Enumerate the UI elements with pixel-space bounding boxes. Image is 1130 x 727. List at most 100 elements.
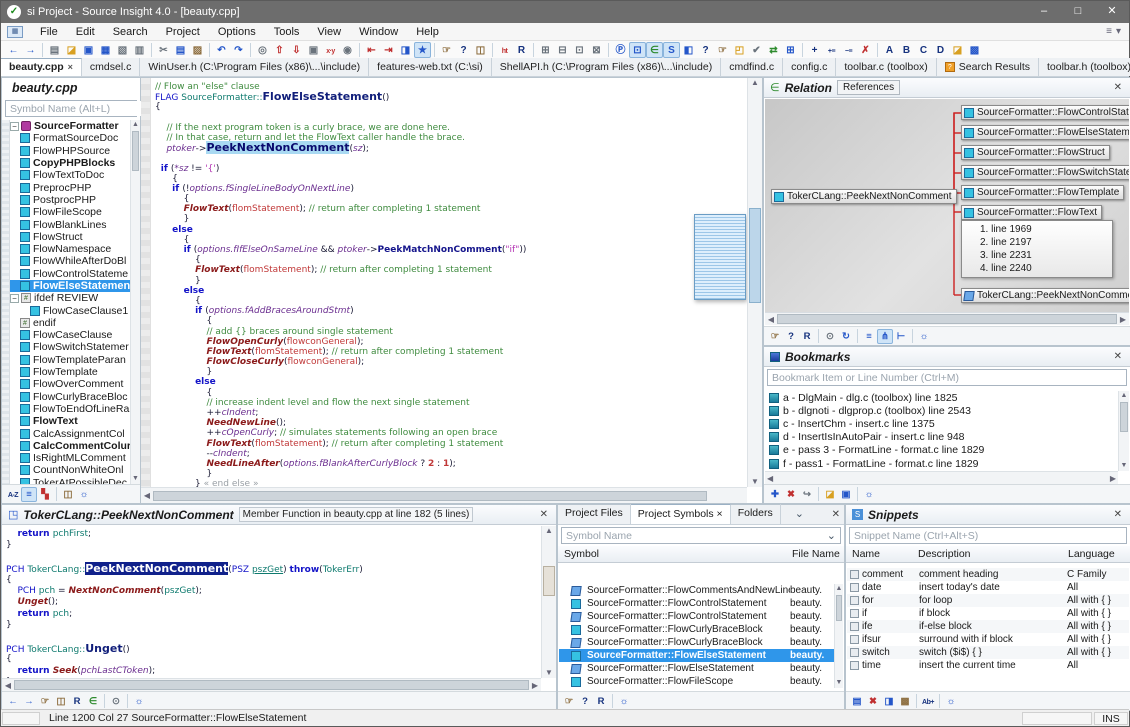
symbol-tree-item[interactable]: FlowToEndOfLineRa: [10, 403, 130, 415]
relation-ref-node[interactable]: SourceFormatter::FlowTemplate: [961, 185, 1124, 200]
sync-icon[interactable]: ⇄: [765, 42, 782, 58]
refresh-icon[interactable]: ↻: [838, 329, 854, 344]
settings-icon[interactable]: ☼: [616, 694, 632, 709]
new-bookmark-icon[interactable]: ✚: [767, 487, 783, 502]
toolbar-options-icon[interactable]: ≡: [1106, 26, 1112, 37]
context-code-area[interactable]: return pchFirst;}PCH TokerCLang::PeekNex…: [6, 529, 538, 678]
project-symbol-search-input[interactable]: [562, 528, 823, 543]
symbol-tree-item[interactable]: FlowSwitchStatemer: [10, 341, 130, 353]
print-icon[interactable]: ▥: [131, 42, 148, 58]
sort-alpha-icon[interactable]: A-Z: [5, 487, 21, 502]
symbol-tree-item[interactable]: FlowNamespace: [10, 243, 130, 255]
next-result-icon[interactable]: ⇥: [380, 42, 397, 58]
symbol-scrollbar[interactable]: ▲▼: [130, 120, 140, 484]
settings-icon[interactable]: ☼: [916, 329, 932, 344]
touch-icon[interactable]: ☞: [714, 42, 731, 58]
open-bookmarks-icon[interactable]: ◪: [822, 487, 838, 502]
symbol-tree-item[interactable]: FlowText: [10, 415, 130, 427]
symbol-tree-item[interactable]: PostprocPHP: [10, 194, 130, 206]
reset-icon[interactable]: ✗: [857, 42, 874, 58]
tab-cmdsel.c[interactable]: cmdsel.c: [82, 58, 140, 76]
editor-code-area[interactable]: // Flow an "else" clauseFLAG SourceForma…: [155, 82, 744, 487]
back-icon[interactable]: ←: [5, 42, 22, 58]
settings-icon[interactable]: ☼: [943, 694, 959, 709]
column-file-name[interactable]: File Name: [792, 548, 844, 560]
book-icon[interactable]: ◫: [53, 694, 69, 709]
undo-icon[interactable]: ↶: [213, 42, 230, 58]
back-icon[interactable]: ←: [5, 694, 21, 709]
tab-toolbar.c[interactable]: toolbar.c (toolbox): [836, 58, 936, 76]
style-d-icon[interactable]: D: [932, 42, 949, 58]
bookmark-search-input[interactable]: [768, 370, 1126, 385]
tab-project-files[interactable]: Project Files: [558, 504, 631, 524]
symbol-tree-item[interactable]: FlowTemplateParan: [10, 354, 130, 366]
calltree-icon[interactable]: ht: [496, 42, 513, 58]
copy-icon[interactable]: ▤: [172, 42, 189, 58]
draft-view-icon[interactable]: ⊡: [629, 42, 646, 58]
symbol-tree-item[interactable]: FlowCaseClause: [10, 329, 130, 341]
save-all-icon[interactable]: ▦: [97, 42, 114, 58]
settings-icon[interactable]: ☼: [861, 487, 877, 502]
books-icon[interactable]: ◫: [472, 42, 489, 58]
window-tabbed-icon[interactable]: ⊠: [588, 42, 605, 58]
list-add-icon[interactable]: +≡: [823, 42, 840, 58]
symbol-row[interactable]: SourceFormatter::FlowControlStatementbea…: [559, 610, 834, 623]
symbol-row[interactable]: SourceFormatter::FlowCommentsAndNewLineb…: [559, 584, 834, 597]
paste-icon[interactable]: ▨: [189, 42, 206, 58]
symbol-tree-item[interactable]: #endif: [10, 317, 130, 329]
symbol-tree-item[interactable]: FlowElseStatement: [10, 280, 130, 292]
search-icon[interactable]: ◎: [254, 42, 271, 58]
context-window-icon[interactable]: ◨: [397, 42, 414, 58]
symbol-row[interactable]: SourceFormatter::FlowCurlyBraceBlockbeau…: [559, 636, 834, 649]
relation-r-icon[interactable]: R: [69, 694, 85, 709]
symbol-tree-item[interactable]: FormatSourceDoc: [10, 132, 130, 144]
view-graph-icon[interactable]: ⋔: [877, 329, 893, 344]
column-description[interactable]: Description: [918, 548, 1068, 560]
tab-config.c[interactable]: config.c: [783, 58, 836, 76]
bookmarks-vertical-scrollbar[interactable]: ▲▼: [1118, 391, 1129, 471]
tab-close-icon[interactable]: ×: [714, 508, 723, 520]
symbol-row[interactable]: SourceFormatter::FlowFileScopebeauty.: [559, 675, 834, 688]
relation-close-icon[interactable]: ✕: [1112, 82, 1124, 93]
code-editor[interactable]: // Flow an "else" clauseFLAG SourceForma…: [141, 77, 763, 504]
relation-r-icon[interactable]: R: [593, 694, 609, 709]
settings-icon[interactable]: ☼: [76, 487, 92, 502]
close-button[interactable]: ✕: [1095, 1, 1129, 23]
new-snippet-icon[interactable]: ▤: [849, 694, 865, 709]
symbol-search-input[interactable]: [6, 101, 149, 116]
redo-icon[interactable]: ↷: [230, 42, 247, 58]
symbol-tree-item[interactable]: −#ifdef REVIEW: [10, 292, 130, 304]
delete-bookmark-icon[interactable]: ✖: [783, 487, 799, 502]
tree-expander-icon[interactable]: −: [10, 122, 19, 131]
project-panel-close-icon[interactable]: ✕: [830, 505, 844, 524]
menu-edit[interactable]: Edit: [67, 24, 104, 40]
tab-close-icon[interactable]: ×: [68, 59, 73, 76]
search-backward-icon[interactable]: ⇩: [288, 42, 305, 58]
help-doc-icon[interactable]: ?: [577, 694, 593, 709]
menu-help[interactable]: Help: [407, 24, 448, 40]
context-close-icon[interactable]: ✕: [538, 509, 550, 520]
symbol-row[interactable]: SourceFormatter::FlowCurlyBraceBlockbeau…: [559, 623, 834, 636]
symbol-tree-item[interactable]: CalcCommentColur: [10, 440, 130, 452]
help-window-icon[interactable]: ?: [697, 42, 714, 58]
column-name[interactable]: Name: [846, 548, 918, 560]
delete-snippet-icon[interactable]: ✖: [865, 694, 881, 709]
package-icon[interactable]: ◰: [731, 42, 748, 58]
snippet-row[interactable]: timeinsert the current timeAll: [847, 659, 1129, 672]
prev-result-icon[interactable]: ⇤: [363, 42, 380, 58]
view-groups-icon[interactable]: ▚: [37, 487, 53, 502]
rename-icon[interactable]: Ab+: [920, 694, 936, 709]
menu-options[interactable]: Options: [209, 24, 265, 40]
forward-icon[interactable]: →: [21, 694, 37, 709]
save-icon[interactable]: ▣: [80, 42, 97, 58]
symbol-tree-item[interactable]: FlowStruct: [10, 231, 130, 243]
book-icon[interactable]: ◫: [60, 487, 76, 502]
bookmark-item[interactable]: b - dlgnoti - dlgprop.c (toolbox) line 2…: [765, 404, 1118, 417]
menu-tools[interactable]: Tools: [265, 24, 309, 40]
symbol-tree-item[interactable]: PreprocPHP: [10, 181, 130, 193]
bookmarks-horizontal-scrollbar[interactable]: ◀▶: [765, 471, 1118, 484]
relation-r-icon[interactable]: R: [513, 42, 530, 58]
bookmark-item[interactable]: e - pass 3 - FormatLine - format.c line …: [765, 444, 1118, 457]
bookmarks-close-icon[interactable]: ✕: [1112, 351, 1124, 362]
help-doc-icon[interactable]: ?: [783, 329, 799, 344]
